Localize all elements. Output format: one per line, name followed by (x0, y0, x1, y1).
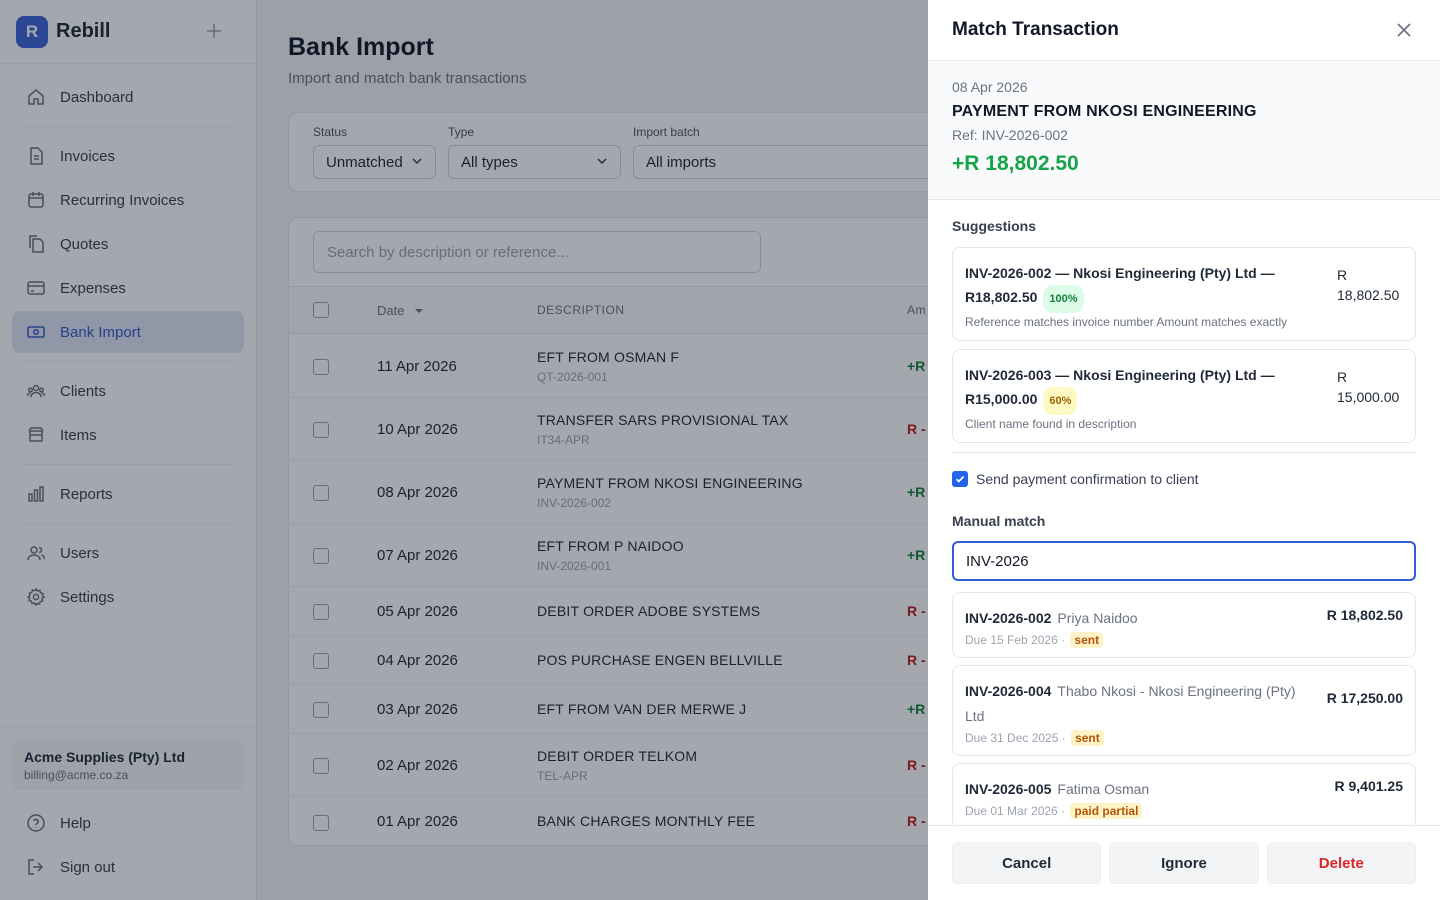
invoice-amount: R 18,802.50 (1326, 607, 1403, 623)
suggestion-reason: Reference matches invoice number Amount … (965, 315, 1288, 329)
suggestion-amount-value: 18,802.50 (1337, 287, 1400, 303)
suggestion-currency: R (1337, 267, 1348, 283)
suggestion-amount: R 18,802.50 (1337, 265, 1403, 305)
invoice-due: Due 01 Mar 2026 · paid partial (965, 803, 1403, 819)
transaction-summary: 08 Apr 2026 PAYMENT FROM NKOSI ENGINEERI… (928, 61, 1440, 200)
ignore-button[interactable]: Ignore (1109, 842, 1259, 884)
panel-footer: Cancel Ignore Delete (928, 825, 1440, 900)
suggestion-amount-value: 15,000.00 (1337, 389, 1400, 405)
invoice-due: Due 31 Dec 2025 · sent (965, 730, 1403, 746)
delete-button[interactable]: Delete (1266, 842, 1416, 884)
invoice-amount: R 17,250.00 (1326, 690, 1403, 706)
transaction-description: PAYMENT FROM NKOSI ENGINEERING (952, 103, 1257, 120)
panel-body[interactable]: Suggestions INV-2026-002 — Nkosi Enginee… (928, 200, 1440, 825)
manual-match-heading: Manual match (952, 513, 1046, 529)
invoice-due-date: Due 15 Feb 2026 · (965, 633, 1066, 647)
invoice-result-heading: INV-2026-002 Priya Naidoo (965, 606, 1305, 631)
modal-backdrop[interactable] (0, 0, 928, 900)
transaction-date: 08 Apr 2026 (952, 79, 1028, 95)
suggestion-title-text: INV-2026-002 — Nkosi Engineering (Pty) L… (965, 265, 1275, 305)
invoice-due-date: Due 31 Dec 2025 · (965, 731, 1066, 745)
cancel-button[interactable]: Cancel (952, 842, 1102, 884)
suggestions-heading: Suggestions (952, 218, 1037, 234)
transaction-amount: +R 18,802.50 (952, 152, 1079, 175)
match-transaction-panel: Match Transaction 08 Apr 2026 PAYMENT FR… (928, 0, 1440, 900)
manual-match-input[interactable]: INV-2026 (952, 541, 1416, 581)
invoice-amount: R 9,401.25 (1334, 778, 1404, 794)
invoice-number: INV-2026-005 (965, 781, 1052, 797)
match-score-badge: 100% (1043, 285, 1084, 313)
invoice-result[interactable]: INV-2026-005 Fatima Osman Due 01 Mar 2026… (952, 763, 1416, 825)
panel-title: Match Transaction (952, 19, 1119, 40)
suggestion-currency: R (1337, 369, 1348, 385)
invoice-number: INV-2026-004 (965, 683, 1052, 699)
send-confirmation-checkbox[interactable] (952, 471, 968, 487)
suggestion-amount: R 15,000.00 (1337, 367, 1403, 407)
invoice-result-heading: INV-2026-004 Thabo Nkosi - Nkosi Engineer… (965, 679, 1305, 729)
invoice-due-date: Due 01 Mar 2026 · (965, 804, 1066, 818)
invoice-status-badge: sent (1071, 730, 1104, 746)
invoice-status-badge: paid partial (1070, 803, 1143, 819)
close-icon[interactable] (1392, 18, 1416, 42)
suggestion-title: INV-2026-003 — Nkosi Engineering (Pty) L… (965, 363, 1325, 415)
invoice-due: Due 15 Feb 2026 · sent (965, 632, 1403, 648)
suggestion-reason: Client name found in description (965, 417, 1137, 431)
suggestion-card[interactable]: INV-2026-002 — Nkosi Engineering (Pty) L… (952, 247, 1416, 341)
invoice-result[interactable]: INV-2026-002 Priya Naidoo Due 15 Feb 2026… (952, 592, 1416, 658)
match-score-badge: 60% (1043, 387, 1078, 415)
panel-header: Match Transaction (928, 0, 1440, 61)
invoice-number: INV-2026-002 (965, 610, 1052, 626)
invoice-client: Priya Naidoo (1057, 610, 1138, 626)
invoice-status-badge: sent (1070, 632, 1104, 648)
suggestion-title: INV-2026-002 — Nkosi Engineering (Pty) L… (965, 261, 1325, 313)
send-confirmation-toggle[interactable]: Send payment confirmation to client (952, 471, 1416, 487)
invoice-result-heading: INV-2026-005 Fatima Osman (965, 777, 1305, 802)
section-divider (952, 452, 1416, 453)
invoice-result[interactable]: INV-2026-004 Thabo Nkosi - Nkosi Engineer… (952, 665, 1416, 756)
transaction-reference: Ref: INV-2026-002 (952, 127, 1068, 143)
suggestion-title-text: INV-2026-003 — Nkosi Engineering (Pty) L… (965, 367, 1275, 407)
send-confirmation-label: Send payment confirmation to client (976, 471, 1199, 487)
suggestion-card[interactable]: INV-2026-003 — Nkosi Engineering (Pty) L… (952, 349, 1416, 443)
invoice-client: Fatima Osman (1057, 781, 1150, 797)
